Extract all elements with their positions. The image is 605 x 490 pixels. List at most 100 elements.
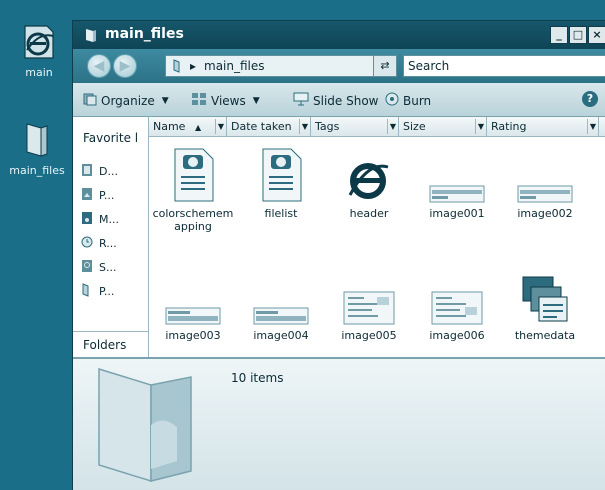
image-thumbnail-icon [413, 143, 501, 203]
column-label: Tags [315, 120, 340, 133]
theme-data-icon [501, 265, 589, 325]
chevron-down-icon[interactable]: ▼ [299, 119, 310, 134]
desktop-icon-label: main [25, 66, 53, 79]
file-item[interactable]: image003 [149, 265, 237, 342]
chevron-down-icon: ▼ [252, 95, 260, 106]
ie-icon [325, 143, 413, 203]
column-size[interactable]: Size ▼ [399, 117, 487, 137]
favorite-links-header[interactable]: Favorite l [83, 131, 147, 145]
file-name: themedata [514, 329, 576, 342]
file-item[interactable]: colorschemem apping [149, 143, 237, 233]
breadcrumb-separator[interactable]: ▸ [190, 59, 196, 73]
search-input[interactable] [403, 55, 605, 77]
views-menu[interactable]: Views ▼ [191, 92, 260, 109]
nav-link-label: P... [99, 285, 115, 298]
maximize-button[interactable]: □ [569, 26, 587, 44]
arrow-right-icon: ▶ [119, 58, 131, 74]
file-item[interactable]: image004 [237, 265, 325, 342]
document-thumbnail-icon [325, 265, 413, 325]
file-name: filelist [264, 207, 298, 220]
window-title: main_files [105, 26, 184, 42]
nav-link-searches[interactable]: S... [81, 259, 116, 276]
html-document-icon [237, 143, 325, 203]
column-date-taken[interactable]: Date taken ▼ [227, 117, 311, 137]
file-item[interactable]: header [325, 143, 413, 220]
recent-icon [81, 235, 93, 252]
column-label: Size [403, 120, 426, 133]
column-rating[interactable]: Rating ▼ [487, 117, 599, 137]
column-header: Name ▲ ▼ Date taken ▼ Tags ▼ Size ▼ Rati… [149, 117, 605, 137]
column-name[interactable]: Name ▲ ▼ [149, 117, 227, 137]
chevron-down-icon[interactable]: ▼ [387, 119, 398, 134]
column-label: Name [153, 120, 186, 133]
nav-link-label: R... [99, 237, 117, 250]
chevron-down-icon[interactable]: ▼ [215, 119, 226, 134]
file-name: image002 [517, 207, 573, 220]
folders-toggle[interactable]: Folders [73, 331, 148, 357]
file-item[interactable]: themedata [501, 265, 589, 342]
nav-link-label: D... [99, 165, 118, 178]
file-item[interactable]: image006 [413, 265, 501, 342]
document-thumbnail-icon [413, 265, 501, 325]
file-name: image005 [341, 329, 397, 342]
chevron-down-icon[interactable]: ▼ [587, 119, 598, 134]
nav-link-pictures[interactable]: P... [81, 187, 114, 204]
desktop-icon-main[interactable]: main [4, 20, 74, 79]
organize-icon [83, 92, 97, 109]
chevron-down-icon[interactable]: ▼ [475, 119, 486, 134]
folder-icon [83, 27, 99, 47]
item-count: 10 items [231, 371, 284, 385]
arrow-left-icon: ◀ [93, 58, 105, 74]
organize-menu[interactable]: Organize ▼ [83, 92, 169, 109]
folder-icon [172, 59, 184, 76]
views-icon [191, 92, 207, 109]
minimize-button[interactable]: _ [550, 26, 568, 44]
image-thumbnail-icon [149, 265, 237, 325]
search-folder-icon [81, 259, 93, 276]
nav-link-label: S... [99, 261, 117, 274]
refresh-button[interactable]: ⇄ [373, 55, 397, 77]
close-button[interactable]: × [588, 26, 605, 44]
command-bar: Organize ▼ Views ▼ Slide Show Burn ? [73, 83, 605, 117]
slideshow-icon [293, 92, 309, 109]
html-document-icon [149, 143, 237, 203]
nav-link-recent[interactable]: R... [81, 235, 117, 252]
back-button[interactable]: ◀ [87, 54, 111, 78]
image-thumbnail-icon [237, 265, 325, 325]
explorer-window: main_files _ □ × ◀ ▶ ▸ main_files ▼ ⇄ [72, 20, 605, 490]
folder-icon [2, 118, 72, 161]
file-item[interactable]: filelist [237, 143, 325, 220]
nav-link-public[interactable]: P... [81, 283, 114, 300]
views-label: Views [211, 93, 246, 108]
desktop-icon-main-files[interactable]: main_files [2, 118, 72, 177]
forward-button[interactable]: ▶ [113, 54, 137, 78]
burn-button[interactable]: Burn [385, 92, 431, 109]
title-bar[interactable]: main_files _ □ × [73, 21, 605, 49]
nav-link-music[interactable]: M... [81, 211, 119, 228]
file-name: image003 [165, 329, 221, 342]
image-thumbnail-icon [501, 143, 589, 203]
folder-icon [81, 283, 93, 300]
slideshow-button[interactable]: Slide Show [293, 92, 378, 109]
file-name: image006 [429, 329, 485, 342]
file-name: image004 [253, 329, 309, 342]
breadcrumb-folder[interactable]: main_files [204, 59, 265, 73]
address-bar[interactable]: ▸ main_files ▼ [165, 55, 393, 77]
slideshow-label: Slide Show [313, 93, 379, 108]
file-name: header [349, 207, 389, 220]
navigation-pane: Favorite l D... P... M... R... S... P...… [73, 117, 149, 357]
organize-label: Organize [101, 93, 155, 108]
nav-link-documents[interactable]: D... [81, 163, 118, 180]
column-tags[interactable]: Tags ▼ [311, 117, 399, 137]
file-item[interactable]: image002 [501, 143, 589, 220]
ie-icon [4, 20, 74, 63]
file-item[interactable]: image005 [325, 265, 413, 342]
pictures-icon [81, 187, 93, 204]
desktop-icon-label: main_files [9, 164, 65, 177]
chevron-down-icon: ▼ [161, 95, 169, 106]
documents-icon [81, 163, 93, 180]
folder-icon [91, 365, 201, 488]
file-item[interactable]: image001 [413, 143, 501, 220]
help-icon[interactable]: ? [582, 91, 598, 107]
file-list: Name ▲ ▼ Date taken ▼ Tags ▼ Size ▼ Rati… [149, 117, 605, 357]
